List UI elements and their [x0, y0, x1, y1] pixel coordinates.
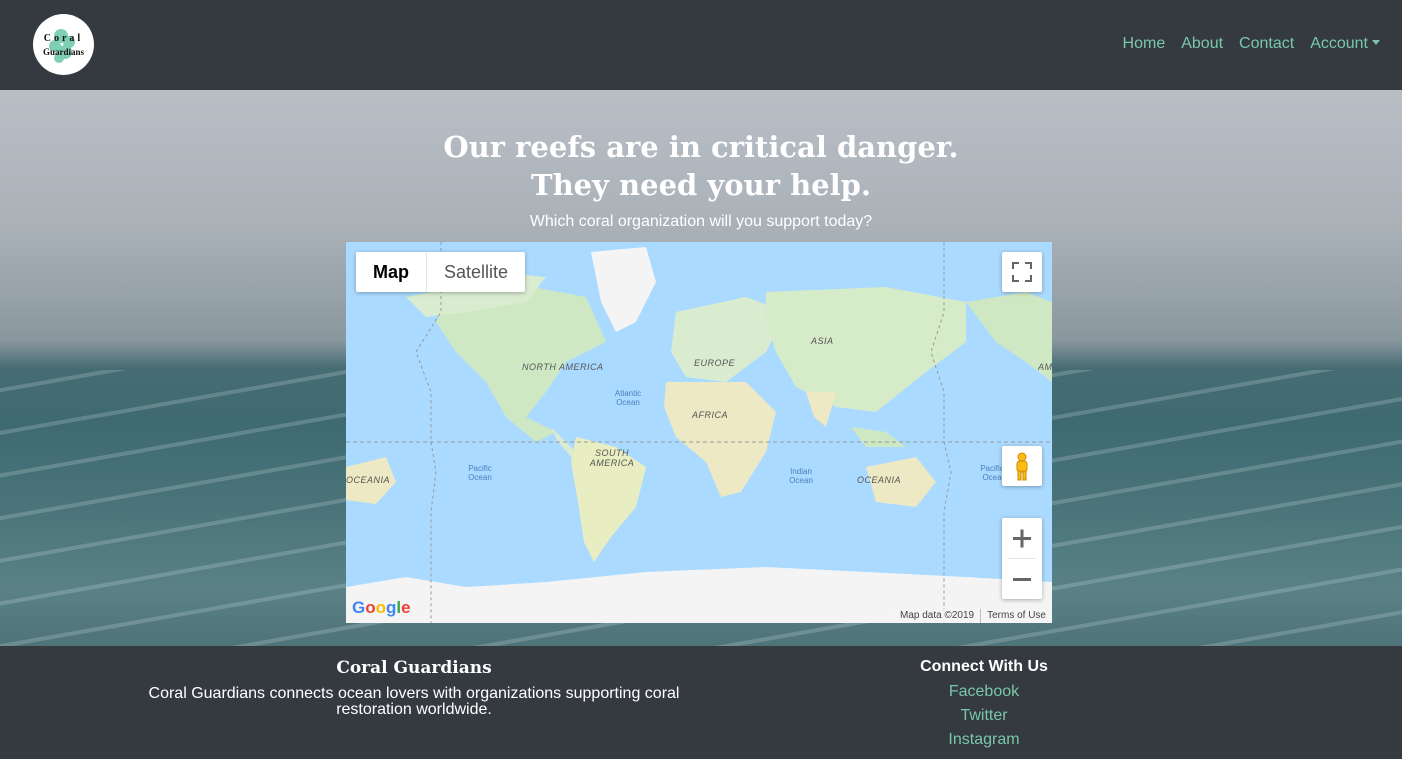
label-oceania-right: OCEANIA — [857, 475, 902, 485]
label-south-america: SOUTH AMERICA — [589, 448, 635, 468]
plus-icon — [1013, 529, 1031, 548]
coral-icon — [49, 29, 75, 63]
zoom-out-button[interactable] — [1002, 559, 1042, 599]
footer-connect-heading: Connect With Us — [920, 658, 1048, 675]
zoom-control — [1002, 518, 1042, 599]
label-america-clipped: AM — [1038, 362, 1052, 372]
caret-down-icon — [1372, 40, 1380, 45]
logo-text-line1: Coral — [43, 33, 84, 44]
logo-text-line2: Guardians — [42, 47, 84, 57]
hero-subheading: Which coral organization will you suppor… — [529, 213, 873, 230]
hero-headline-line2: They need your help. — [531, 168, 871, 202]
world-map[interactable]: NORTH AMERICA SOUTH AMERICA EUROPE AFRIC… — [346, 242, 1052, 623]
label-europe: EUROPE — [694, 358, 736, 368]
nav-contact[interactable]: Contact — [1239, 35, 1294, 53]
hero-headline-line1: Our reefs are in critical danger. — [443, 130, 959, 164]
google-logo[interactable]: Google — [352, 598, 411, 618]
street-view-button[interactable] — [1002, 446, 1042, 486]
map-type-satellite-button[interactable]: Satellite — [427, 252, 525, 292]
footer-social: Connect With Us Facebook Twitter Instagr… — [884, 658, 1084, 748]
footer-about: Coral Guardians Coral Guardians connects… — [130, 658, 698, 718]
minus-icon — [1013, 578, 1031, 581]
nav-home[interactable]: Home — [1123, 35, 1166, 53]
map-attribution: Map data ©2019 Terms of Use — [894, 609, 1052, 623]
navbar: Coral Guardians Home About Contact Accou… — [0, 0, 1402, 90]
twitter-link[interactable]: Twitter — [884, 707, 1084, 724]
label-pacific-ocean: Pacific Ocean — [468, 464, 492, 482]
map-data-text: Map data ©2019 — [900, 610, 975, 621]
nav-account-label: Account — [1310, 35, 1368, 52]
label-indian-ocean: Indian Ocean — [789, 467, 813, 485]
nav-about[interactable]: About — [1181, 35, 1223, 53]
fullscreen-button[interactable] — [1002, 252, 1042, 292]
pegman-icon — [1016, 452, 1028, 481]
main-nav: Home About Contact Account — [1123, 35, 1380, 53]
instagram-link[interactable]: Instagram — [884, 731, 1084, 748]
brand-logo[interactable]: Coral Guardians — [33, 14, 94, 75]
footer-description: Coral Guardians connects ocean lovers wi… — [148, 685, 680, 718]
nav-account-dropdown[interactable]: Account — [1310, 35, 1380, 53]
facebook-link[interactable]: Facebook — [884, 683, 1084, 700]
footer: Coral Guardians Coral Guardians connects… — [0, 646, 1402, 759]
map-type-control: Map Satellite — [356, 252, 526, 292]
footer-title: Coral Guardians — [336, 658, 492, 678]
map-type-map-button[interactable]: Map — [356, 252, 427, 292]
label-atlantic-ocean: Atlantic Ocean — [614, 389, 642, 407]
label-oceania-left: OCEANIA — [346, 475, 391, 485]
zoom-in-button[interactable] — [1002, 518, 1042, 558]
fullscreen-icon — [1012, 262, 1032, 282]
label-asia: ASIA — [811, 336, 834, 346]
map-canvas[interactable] — [346, 242, 1052, 623]
terms-of-use-link[interactable]: Terms of Use — [980, 609, 1052, 623]
hero-headline: Our reefs are in critical danger. They n… — [0, 128, 1402, 204]
hero-section: Our reefs are in critical danger. They n… — [0, 90, 1402, 646]
label-north-america: NORTH AMERICA — [522, 362, 604, 372]
label-africa: AFRICA — [692, 410, 729, 420]
